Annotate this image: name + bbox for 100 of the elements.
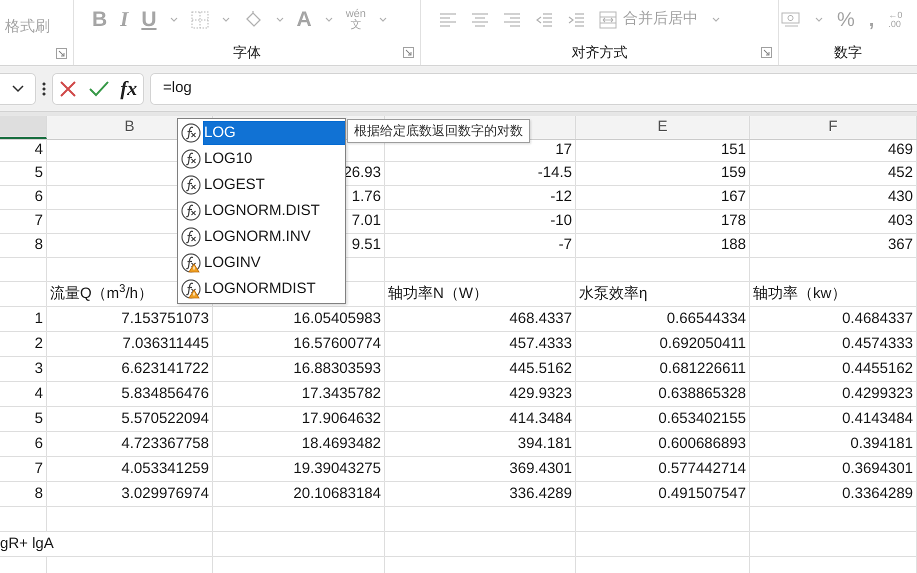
table-cell-text: 403: [888, 211, 913, 232]
table-cell-text: 0.4574333: [842, 334, 913, 354]
table-cell-text: 414.3484: [509, 408, 572, 429]
table-cell-text: 0.4143484: [842, 408, 913, 429]
formula-input[interactable]: =log: [150, 72, 917, 104]
function-icon: [181, 201, 201, 221]
function-suggestion[interactable]: LOGEST: [203, 173, 345, 197]
table-cell-text: 445.5162: [509, 358, 572, 379]
table-cell-text: 17: [555, 140, 572, 160]
table-cell-text: 468.4337: [509, 308, 572, 329]
table-cell-text: 452: [888, 163, 913, 184]
table-cell-text: 0.600686893: [658, 434, 746, 454]
group-label: 数字: [834, 42, 862, 62]
chevron-down-icon: [12, 84, 24, 92]
table-cell-text: gR+ lgA: [0, 534, 54, 554]
table-cell-text: 18.4693482: [302, 434, 381, 454]
table-cell-text: 16.57600774: [293, 334, 381, 354]
function-warning-icon: [181, 253, 201, 273]
function-tooltip: 根据给定底数返回数字的对数: [347, 119, 530, 142]
table-cell-text: 167: [720, 187, 746, 208]
table-cell-text: 4.723367758: [121, 434, 209, 454]
table-cell-text: 0.577442714: [658, 458, 746, 479]
table-cell-text: 4.053341259: [121, 458, 209, 479]
table-cell-text: 5.834856476: [121, 384, 209, 404]
table-cell-text: 0.3694301: [842, 458, 913, 479]
table-cell-text: 4: [34, 140, 43, 160]
table-cell-text: 1.76: [352, 187, 381, 208]
table-cell-text: 6: [34, 187, 43, 208]
table-cell-text: 0.491507547: [658, 484, 746, 504]
table-cell-text: 178: [720, 211, 746, 232]
function-icon: [181, 227, 201, 247]
group-label: 对齐方式: [572, 42, 628, 62]
table-cell-text: 367: [888, 235, 913, 256]
table-cell-text: 17.9064632: [302, 408, 381, 429]
table-cell-text: -12: [550, 187, 572, 208]
insert-function-button[interactable]: fx: [120, 78, 138, 98]
table-cell-text: 20.10683184: [293, 484, 381, 504]
check-icon[interactable]: [88, 80, 109, 96]
table-cell-text: 469: [888, 140, 913, 160]
table-cell-text: 394.181: [518, 434, 572, 454]
table-cell-text: 151: [720, 140, 746, 160]
table-cell-text: 0.681226611: [660, 358, 746, 379]
column-header[interactable]: [0, 116, 47, 139]
table-cell-text: 0.653402155: [658, 408, 746, 429]
table-cell-text: 0.4299323: [842, 384, 913, 404]
table-cell-text: 8: [34, 235, 43, 256]
table-cell-text: 0.638865328: [658, 384, 746, 404]
table-cell-text: 336.4289: [509, 484, 572, 504]
table-cell-text: 0.394181: [850, 434, 913, 454]
table-cell-text: 0.4455162: [842, 358, 913, 379]
table-cell-text: 7.036311445: [122, 334, 209, 354]
column-header[interactable]: E: [576, 116, 750, 139]
column-label: 轴功率N（W）: [388, 284, 488, 304]
table-cell-text: -14.5: [538, 163, 572, 184]
function-icon: [181, 123, 201, 143]
table-cell-text: 3.029976974: [121, 484, 209, 504]
table-cell-text: 7: [34, 211, 43, 232]
cancel-icon[interactable]: [58, 80, 77, 98]
table-cell-text: 7.01: [352, 211, 381, 232]
column-label: 轴功率（kw）: [753, 284, 846, 304]
name-box-dropdown[interactable]: [0, 72, 36, 104]
table-cell-text: 7: [34, 458, 43, 479]
table-cell-text: 5: [34, 163, 43, 184]
table-cell-text: 5: [34, 408, 43, 429]
function-icon: [181, 149, 201, 169]
table-cell-text: 430: [888, 187, 913, 208]
function-suggestion[interactable]: LOGNORM.DIST: [203, 199, 345, 223]
function-suggestion[interactable]: LOGINV: [203, 251, 345, 275]
table-cell-text: 0.66544334: [666, 308, 746, 329]
table-cell-text: 17.3435782: [302, 384, 381, 404]
function-suggestion[interactable]: LOG: [203, 121, 345, 145]
table-cell-text: 7.153751073: [121, 308, 209, 329]
table-cell-text: -10: [550, 211, 572, 232]
table-cell-text: 6.623141722: [121, 358, 209, 379]
function-icon: [181, 175, 201, 195]
table-cell-text: 429.9323: [509, 384, 572, 404]
more-options-icon[interactable]: [42, 82, 46, 96]
table-cell-text: 159: [720, 163, 746, 184]
table-cell-text: 0.4684337: [842, 308, 913, 329]
table-cell-text: -7: [558, 235, 572, 256]
group-label: 字体: [233, 42, 261, 62]
table-cell-text: 1: [34, 308, 43, 329]
column-header[interactable]: F: [750, 116, 917, 139]
table-cell-text: 2: [34, 334, 43, 354]
function-suggestion[interactable]: LOG10: [203, 147, 345, 171]
table-cell-text: 3: [34, 358, 43, 379]
function-warning-icon: [181, 279, 201, 299]
table-cell-text: 457.4333: [509, 334, 572, 354]
table-cell-text: 0.3364289: [842, 484, 913, 504]
table-cell-text: 0.692050411: [660, 334, 746, 354]
table-cell-text: 369.4301: [509, 458, 572, 479]
table-cell-text: 9.51: [352, 235, 381, 256]
table-cell-text: 16.05405983: [293, 308, 381, 329]
table-cell-text: 6: [34, 434, 43, 454]
function-suggestion[interactable]: LOGNORMDIST: [203, 277, 345, 301]
table-cell-text: 5.570522094: [121, 408, 209, 429]
table-cell-text: 19.39043275: [293, 458, 381, 479]
function-suggestion[interactable]: LOGNORM.INV: [203, 225, 345, 249]
column-label: 流量Q（m$^{3}$/h）: [50, 282, 153, 304]
table-cell-text: 188: [720, 235, 746, 256]
